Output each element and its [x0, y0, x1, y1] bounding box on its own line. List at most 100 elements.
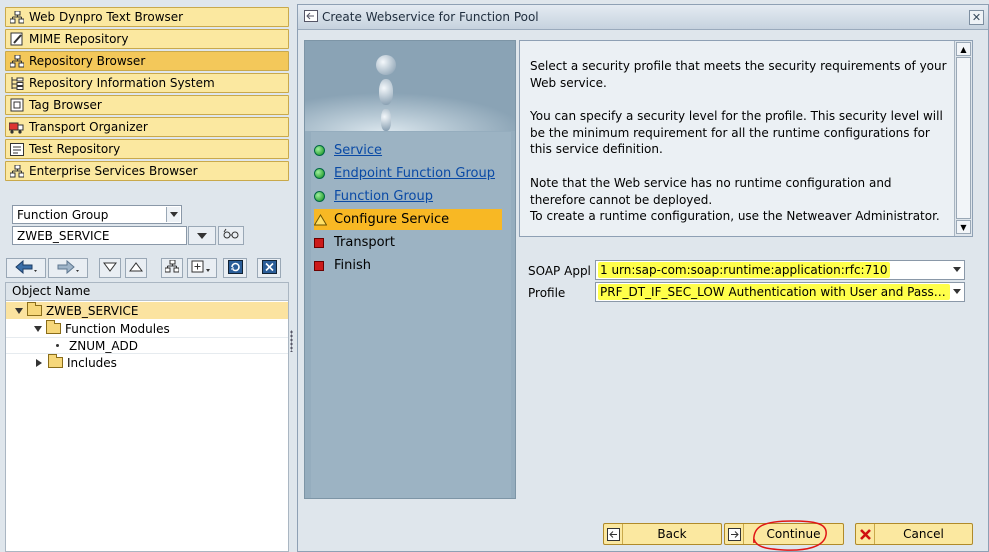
- nav-mime-repository[interactable]: MIME Repository: [5, 29, 289, 49]
- nav-label: Web Dynpro Text Browser: [29, 10, 184, 24]
- step-service[interactable]: Service: [314, 140, 502, 161]
- step-label[interactable]: Endpoint Function Group: [334, 166, 495, 181]
- collapse-icon: [103, 261, 117, 276]
- close-icon: [261, 259, 277, 277]
- profile-value: PRF_DT_IF_SEC_LOW Authentication with Us…: [598, 284, 950, 300]
- nav-label: Repository Information System: [29, 76, 215, 90]
- refresh-button[interactable]: [223, 258, 247, 278]
- step-configure-service[interactable]: Configure Service: [314, 209, 502, 230]
- forward-nav-button[interactable]: [48, 258, 88, 278]
- nav-test-repository[interactable]: Test Repository: [5, 139, 289, 159]
- water-drop-image: [305, 41, 515, 131]
- info-text-box: Select a security profile that meets the…: [519, 40, 973, 237]
- tree-node-includes[interactable]: Includes: [6, 354, 288, 371]
- info-paragraph: Note that the Web service has no runtime…: [530, 176, 892, 207]
- scroll-up-icon[interactable]: ▲: [956, 42, 971, 56]
- object-name-value: ZWEB_SERVICE: [17, 229, 110, 243]
- tag-icon: [9, 98, 24, 112]
- step-label[interactable]: Function Group: [334, 189, 433, 204]
- chevron-down-icon[interactable]: [953, 267, 961, 272]
- profile-label: Profile: [528, 286, 566, 300]
- test-icon: [9, 142, 24, 156]
- options-button[interactable]: [187, 258, 217, 278]
- hierarchy-button[interactable]: [161, 258, 183, 278]
- warning-triangle-icon: [314, 213, 327, 226]
- nav-tag-browser[interactable]: Tag Browser: [5, 95, 289, 115]
- profile-select[interactable]: PRF_DT_IF_SEC_LOW Authentication with Us…: [595, 282, 965, 302]
- step-label[interactable]: Service: [334, 143, 382, 158]
- left-panel: Web Dynpro Text Browser MIME Repository …: [0, 0, 292, 552]
- info-scrollbar[interactable]: ▲ ▼: [954, 41, 972, 236]
- tree-node-znum-add[interactable]: ZNUM_ADD: [6, 337, 288, 354]
- step-roadmap: Service Endpoint Function Group Function…: [304, 40, 516, 499]
- step-label: Transport: [334, 235, 396, 250]
- folder-open-icon: [46, 320, 61, 334]
- soap-appl-value: 1 urn:sap-com:soap:runtime:application:r…: [598, 262, 890, 278]
- nav-web-dynpro-text-browser[interactable]: Web Dynpro Text Browser: [5, 7, 289, 27]
- drop-image: [379, 79, 393, 105]
- expand-button[interactable]: [125, 258, 147, 278]
- chevron-down-icon[interactable]: [953, 289, 961, 294]
- expand-icon: [129, 261, 143, 276]
- hierarchy-icon: [9, 164, 24, 178]
- tree-icon: [9, 76, 24, 90]
- splitter[interactable]: [290, 330, 293, 352]
- tree-header: Object Name: [6, 283, 288, 301]
- step-transport: Transport: [314, 232, 502, 253]
- nav-label: Test Repository: [29, 142, 121, 156]
- dialog-icon: [304, 9, 318, 25]
- tree-node-label: Function Modules: [65, 321, 170, 336]
- tree-node-label: ZNUM_ADD: [69, 338, 139, 353]
- info-paragraph: You can specify a security level for the…: [530, 109, 943, 156]
- step-label: Finish: [334, 258, 372, 273]
- close-icon[interactable]: ✕: [969, 10, 984, 25]
- object-type-select[interactable]: Function Group: [12, 205, 182, 224]
- scroll-down-icon[interactable]: ▼: [956, 220, 971, 234]
- info-paragraph: Select a security profile that meets the…: [530, 59, 947, 90]
- pencil-page-icon: [9, 32, 24, 46]
- tree-node-zweb-service[interactable]: ZWEB_SERVICE: [6, 302, 288, 319]
- back-nav-button[interactable]: [6, 258, 46, 278]
- chevron-down-icon[interactable]: [166, 207, 180, 222]
- back-button[interactable]: Back: [603, 523, 722, 545]
- info-paragraph: To create a runtime configuration, use t…: [530, 209, 940, 223]
- expand-triangle-icon[interactable]: [15, 307, 23, 314]
- step-endpoint-function-group[interactable]: Endpoint Function Group: [314, 163, 502, 184]
- green-status-icon: [314, 191, 325, 202]
- collapse-button[interactable]: [99, 258, 121, 278]
- close-tree-button[interactable]: [257, 258, 281, 278]
- hierarchy-icon: [164, 259, 180, 276]
- drop-image: [381, 109, 391, 131]
- red-status-icon: [314, 237, 324, 248]
- dialog-titlebar: Create Webservice for Function Pool: [298, 5, 988, 30]
- drop-image: [376, 55, 396, 75]
- refresh-icon: [227, 259, 243, 277]
- nav-label: Tag Browser: [29, 98, 102, 112]
- glasses-icon: [223, 228, 239, 243]
- scroll-thumb[interactable]: [956, 57, 971, 219]
- nav-label: Repository Browser: [29, 54, 146, 68]
- nav-enterprise-services-browser[interactable]: Enterprise Services Browser: [5, 161, 289, 181]
- continue-icon: [725, 524, 744, 544]
- tree-node-function-modules[interactable]: Function Modules: [6, 320, 288, 337]
- nav-label: MIME Repository: [29, 32, 129, 46]
- green-status-icon: [314, 145, 325, 156]
- step-function-group[interactable]: Function Group: [314, 186, 502, 207]
- nav-repository-information-system[interactable]: Repository Information System: [5, 73, 289, 93]
- collapsed-triangle-icon[interactable]: [36, 358, 42, 367]
- nav-label: Transport Organizer: [29, 120, 148, 134]
- cancel-icon: [856, 524, 875, 544]
- arrow-right-icon: [56, 259, 80, 277]
- truck-icon: [9, 120, 24, 134]
- soap-appl-select[interactable]: 1 urn:sap-com:soap:runtime:application:r…: [595, 260, 965, 280]
- object-name-input[interactable]: ZWEB_SERVICE: [12, 226, 187, 245]
- object-name-dropdown-button[interactable]: [188, 226, 216, 245]
- display-button[interactable]: [218, 226, 244, 245]
- nav-label: Enterprise Services Browser: [29, 164, 198, 178]
- expand-triangle-icon[interactable]: [34, 325, 42, 332]
- nav-repository-browser[interactable]: Repository Browser: [5, 51, 289, 71]
- cancel-button[interactable]: Cancel: [855, 523, 973, 545]
- cancel-label: Cancel: [903, 527, 944, 541]
- arrow-left-icon: [14, 259, 38, 277]
- nav-transport-organizer[interactable]: Transport Organizer: [5, 117, 289, 137]
